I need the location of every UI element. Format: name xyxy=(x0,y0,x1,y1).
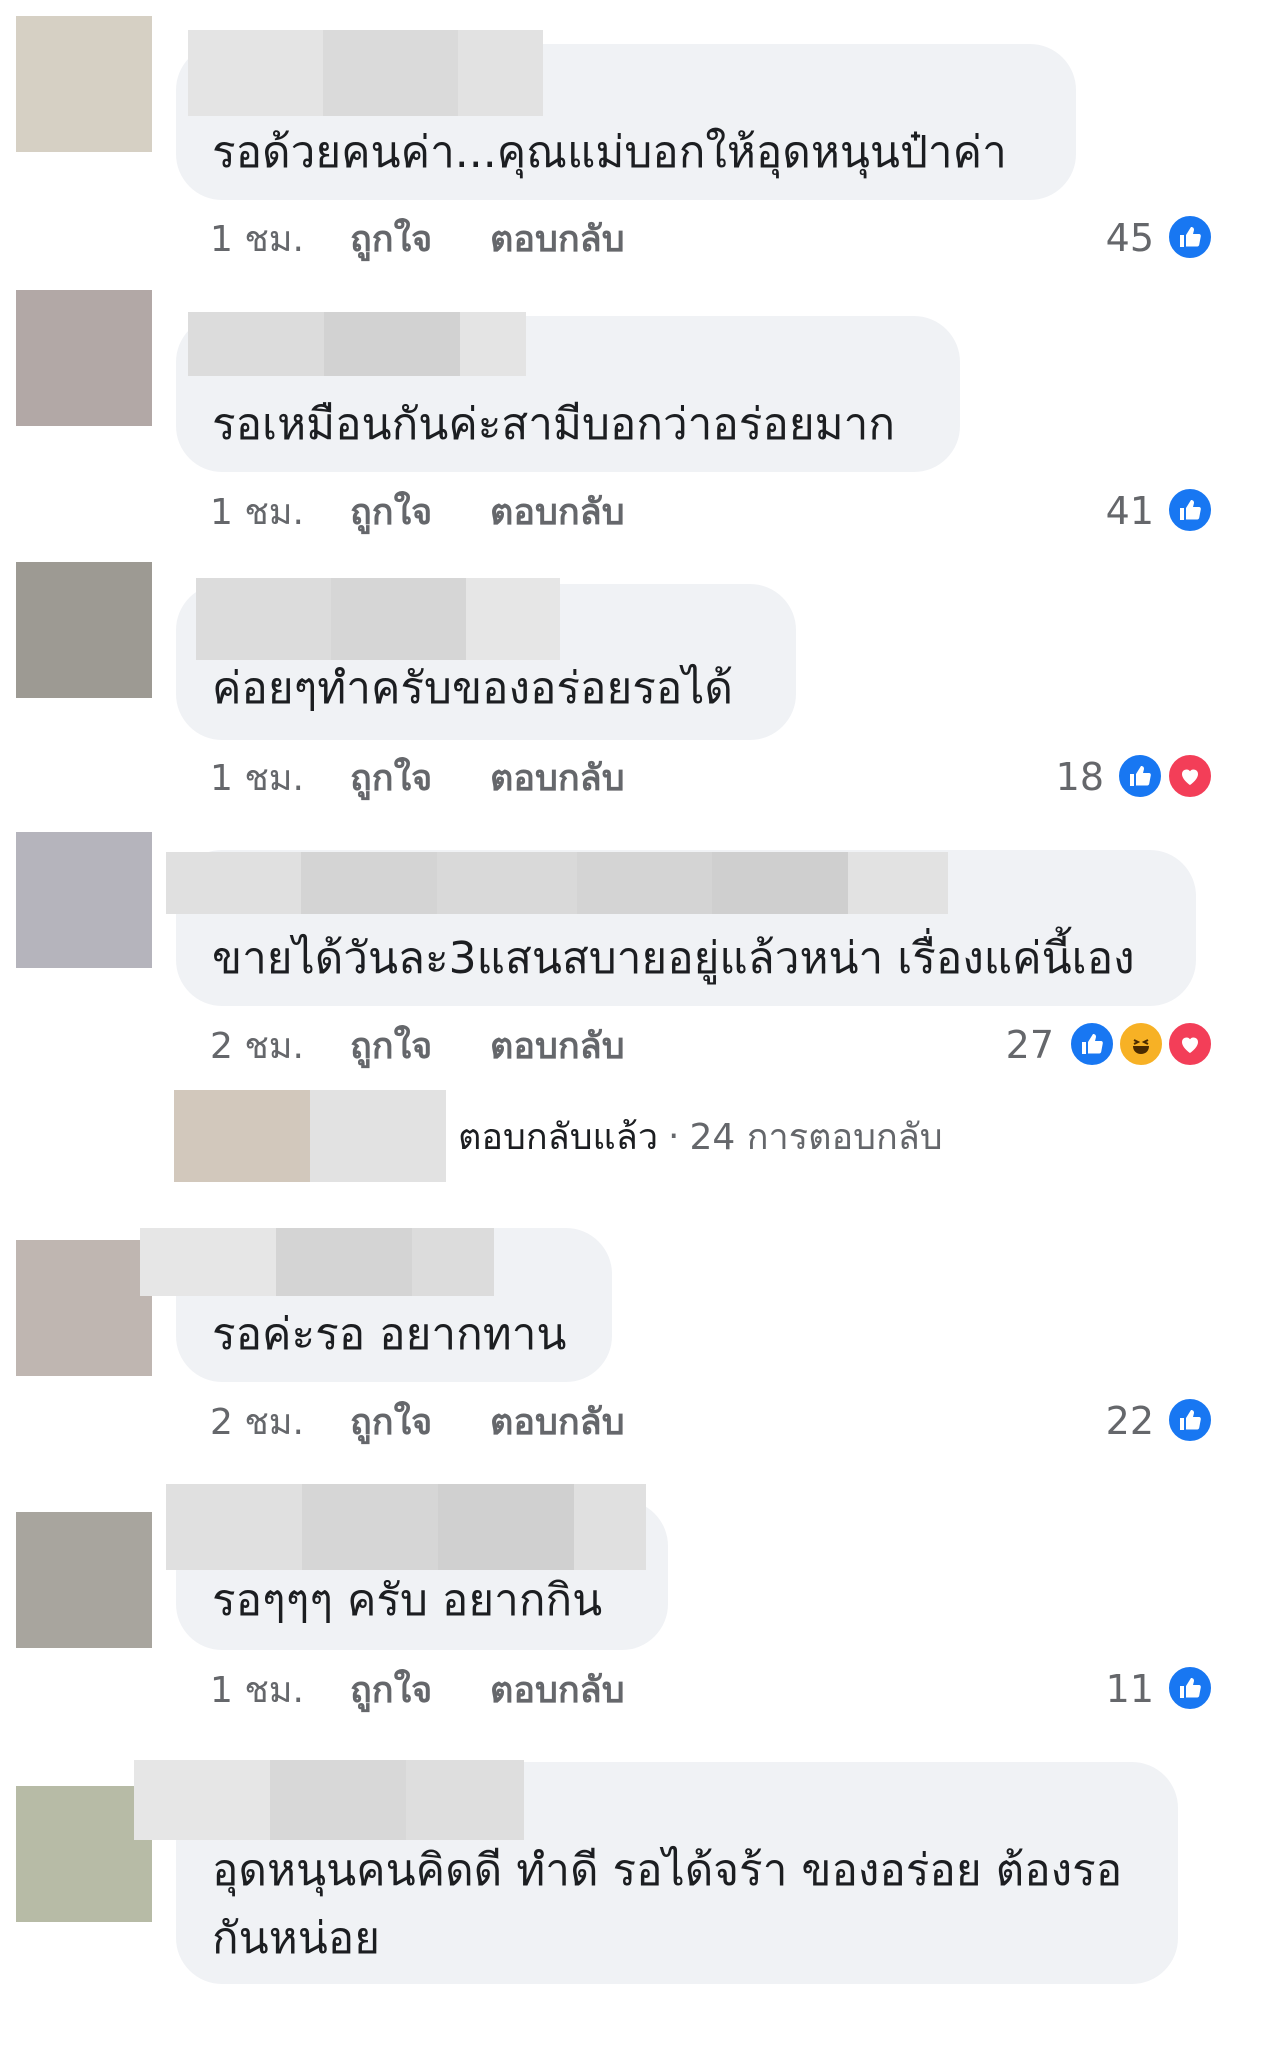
commenter-name-redacted[interactable] xyxy=(166,852,948,914)
comment-text: รอเหมือนกันค่ะสามีบอกว่าอร่อยมาก xyxy=(212,399,895,450)
avatar[interactable] xyxy=(16,290,152,426)
avatar[interactable] xyxy=(16,1512,152,1648)
avatar[interactable] xyxy=(16,1240,152,1376)
like-reaction-icon xyxy=(1166,213,1214,261)
comment-text-line-2: กันหน่อย xyxy=(212,1913,381,1964)
comment-text: รอด้วยคนค่า...คุณแม่บอกให้อุดหนุนป๋าค่า xyxy=(212,127,1007,178)
like-link[interactable]: ถูกใจ xyxy=(350,754,432,804)
like-reaction-icon xyxy=(1116,752,1164,800)
like-link[interactable]: ถูกใจ xyxy=(350,1666,432,1716)
comment-text: รอๆๆๆ ครับ อยากกิน xyxy=(212,1575,603,1626)
commenter-name-redacted[interactable] xyxy=(140,1228,494,1296)
comment-time[interactable]: 1 ชม. xyxy=(210,1666,304,1716)
love-reaction-icon xyxy=(1166,1020,1214,1068)
haha-reaction-icon xyxy=(1117,1020,1165,1068)
like-link[interactable]: ถูกใจ xyxy=(350,1398,432,1448)
reply-link[interactable]: ตอบกลับ xyxy=(490,1666,625,1716)
comment-text: ขายได้วันละ3แสนสบายอยู่แล้วหน่า เรื่องแค… xyxy=(212,933,1135,984)
like-link[interactable]: ถูกใจ xyxy=(350,1022,432,1072)
view-replies-link[interactable]: ตอบกลับแล้ว · 24 การตอบกลับ xyxy=(174,1090,943,1182)
like-link[interactable]: ถูกใจ xyxy=(350,488,432,538)
reaction-count[interactable]: 27 xyxy=(980,1020,1054,1070)
comment-text-line-1: อุดหนุนคนคิดดี ทำดี รอได้จร้า ของอร่อย ต… xyxy=(212,1845,1123,1896)
reaction-count[interactable]: 45 xyxy=(1080,213,1154,263)
reply-author-avatars xyxy=(174,1090,446,1182)
like-reaction-icon xyxy=(1166,1396,1214,1444)
like-reaction-icon xyxy=(1068,1020,1116,1068)
comment-time[interactable]: 2 ชม. xyxy=(210,1398,304,1448)
avatar[interactable] xyxy=(16,1786,152,1922)
reaction-count[interactable]: 11 xyxy=(1080,1664,1154,1714)
like-reaction-icon xyxy=(1166,486,1214,534)
comment-time[interactable]: 1 ชม. xyxy=(210,215,304,265)
avatar[interactable] xyxy=(16,16,152,152)
replies-count[interactable]: 24 การตอบกลับ xyxy=(690,1108,943,1165)
comment-time[interactable]: 2 ชม. xyxy=(210,1022,304,1072)
reaction-count[interactable]: 18 xyxy=(1030,752,1104,802)
comment-time[interactable]: 1 ชม. xyxy=(210,488,304,538)
like-link[interactable]: ถูกใจ xyxy=(350,215,432,265)
reply-link[interactable]: ตอบกลับ xyxy=(490,1398,625,1448)
reaction-count[interactable]: 41 xyxy=(1080,486,1154,536)
avatar[interactable] xyxy=(16,832,152,968)
comment-time[interactable]: 1 ชม. xyxy=(210,754,304,804)
commenter-name-redacted[interactable] xyxy=(188,30,543,116)
avatar[interactable] xyxy=(16,562,152,698)
replies-label[interactable]: ตอบกลับแล้ว xyxy=(458,1108,658,1165)
commenter-name-redacted[interactable] xyxy=(166,1484,646,1570)
commenter-name-redacted[interactable] xyxy=(134,1760,524,1840)
comment-text: รอค่ะรอ อยากทาน xyxy=(212,1309,567,1360)
love-reaction-icon xyxy=(1166,752,1214,800)
separator-dot: · xyxy=(668,1115,680,1157)
like-reaction-icon xyxy=(1166,1664,1214,1712)
commenter-name-redacted[interactable] xyxy=(188,312,526,376)
reaction-count[interactable]: 22 xyxy=(1080,1396,1154,1446)
reply-link[interactable]: ตอบกลับ xyxy=(490,1022,625,1072)
commenter-name-redacted[interactable] xyxy=(196,578,560,660)
reply-link[interactable]: ตอบกลับ xyxy=(490,215,625,265)
reply-link[interactable]: ตอบกลับ xyxy=(490,754,625,804)
comment-text: ค่อยๆทำครับของอร่อยรอได้ xyxy=(212,663,733,714)
reply-link[interactable]: ตอบกลับ xyxy=(490,488,625,538)
